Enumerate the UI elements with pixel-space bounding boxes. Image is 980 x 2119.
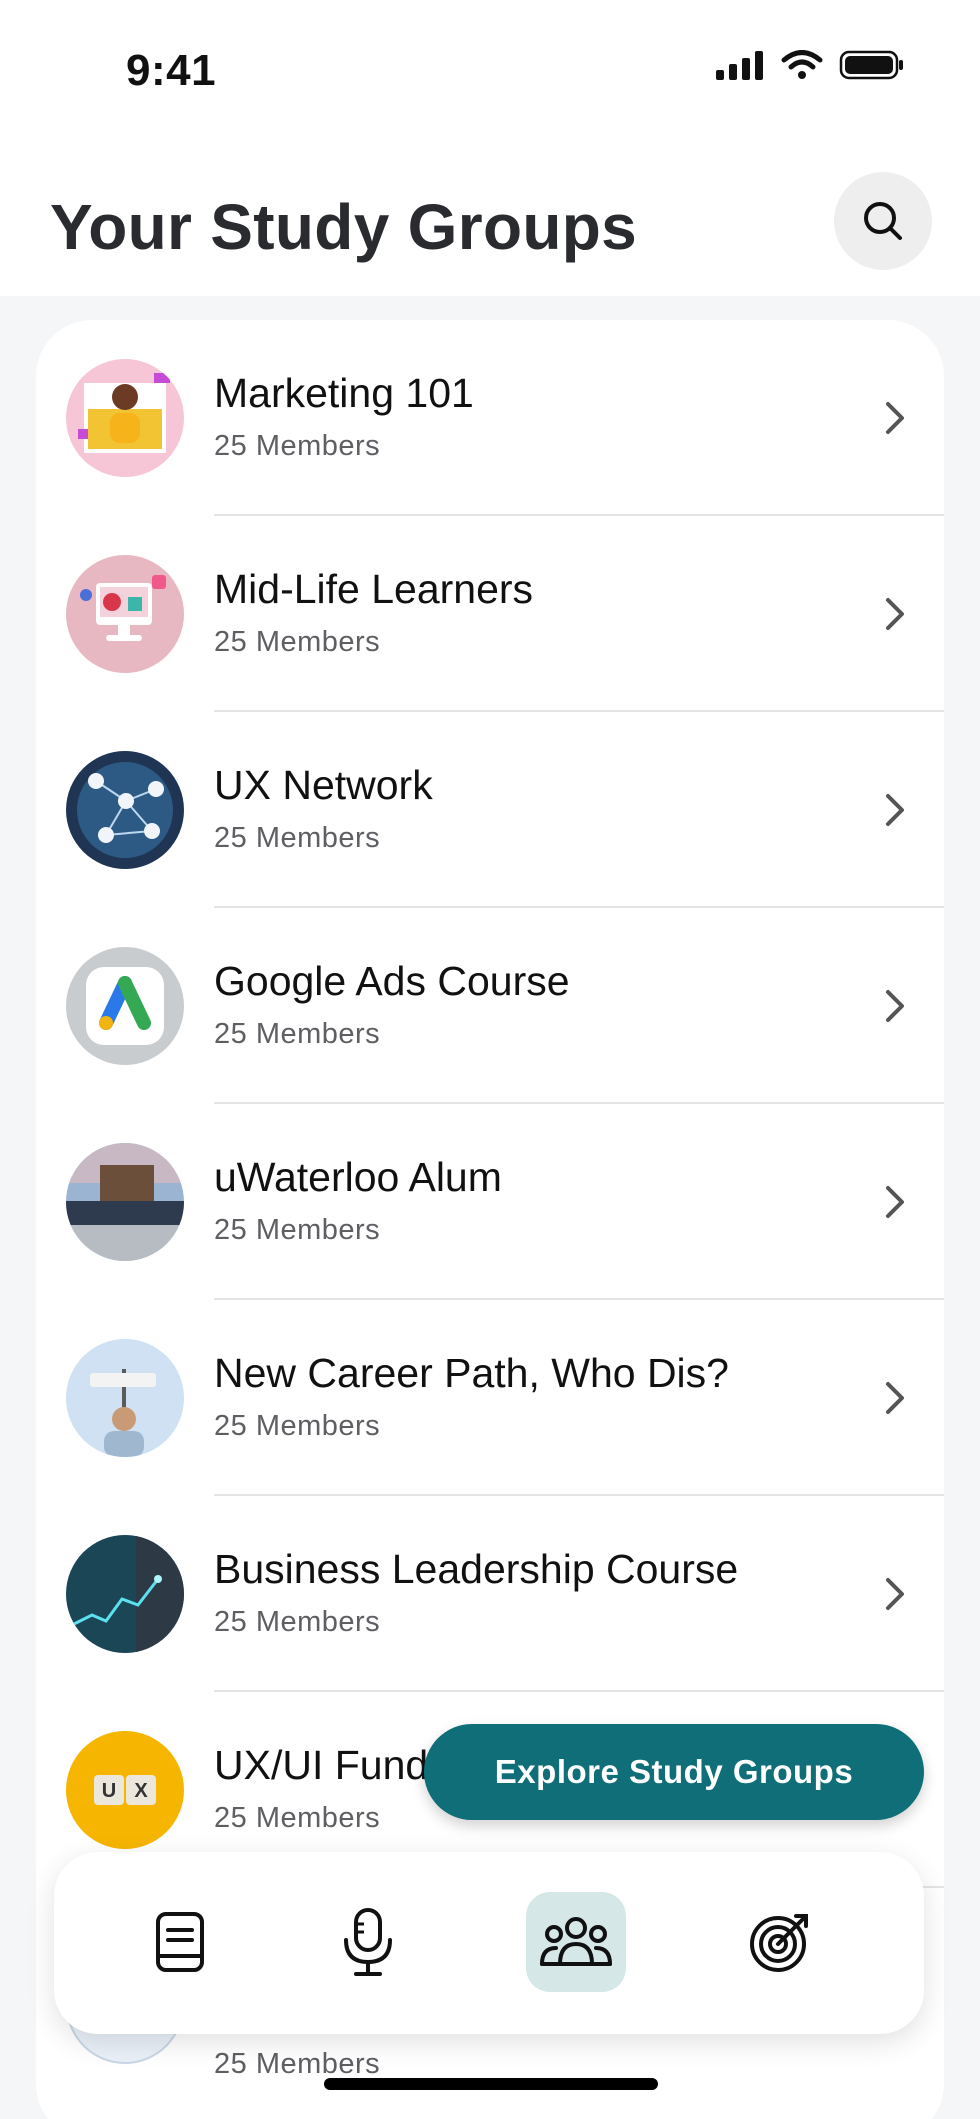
bottom-tab-bar — [54, 1852, 924, 2034]
book-icon — [156, 1912, 204, 1972]
microphone-icon — [344, 1908, 392, 1976]
group-avatar — [66, 1143, 184, 1261]
chevron-right-icon — [886, 1382, 904, 1414]
list-item[interactable]: Google Ads Course 25 Members — [36, 908, 944, 1104]
page-title: Your Study Groups — [50, 191, 638, 263]
group-name: Business Leadership Course — [214, 1546, 739, 1592]
member-count: 25 Members — [214, 1018, 381, 1050]
chevron-right-icon — [886, 598, 904, 630]
group-avatar: U X — [66, 1731, 184, 1849]
member-count: 25 Members — [214, 822, 381, 854]
list-item[interactable]: Business Leadership Course 25 Members — [36, 1496, 944, 1692]
status-time: 9:41 — [126, 46, 217, 95]
explore-study-groups-button[interactable]: Explore Study Groups — [424, 1724, 924, 1820]
list-item[interactable]: Marketing 101 25 Members — [36, 320, 944, 516]
member-count: 25 Members — [214, 1214, 381, 1246]
chevron-right-icon — [886, 990, 904, 1022]
groups-icon — [540, 1917, 612, 1966]
member-count: 25 Members — [214, 1606, 381, 1638]
group-avatar — [66, 1339, 184, 1457]
chevron-right-icon — [886, 402, 904, 434]
member-count: 25 Members — [214, 2048, 381, 2080]
group-name: Google Ads Course — [214, 958, 570, 1004]
member-count: 25 Members — [214, 430, 381, 462]
group-name: Marketing 101 — [214, 370, 474, 416]
tab-goals[interactable] — [730, 1892, 830, 1992]
list-item[interactable]: New Career Path, Who Dis? 25 Members — [36, 1300, 944, 1496]
list-item[interactable]: uWaterloo Alum 25 Members — [36, 1104, 944, 1300]
group-avatar — [66, 359, 184, 477]
wifi-icon — [781, 50, 823, 79]
svg-text:U: U — [102, 1780, 116, 1802]
member-count: 25 Members — [214, 1410, 381, 1442]
member-count: 25 Members — [214, 626, 381, 658]
battery-icon — [839, 50, 903, 80]
group-avatar — [66, 947, 184, 1065]
status-icons — [716, 50, 905, 80]
group-avatar — [66, 751, 184, 869]
list-item[interactable]: UX Network 25 Members — [36, 712, 944, 908]
header-area: 9:41 Your Study Groups — [0, 0, 980, 296]
chevron-right-icon — [886, 794, 904, 826]
svg-text:X: X — [134, 1780, 148, 1802]
group-avatar — [66, 1535, 184, 1653]
group-name: Mid-Life Learners — [214, 566, 534, 612]
tab-microphone[interactable] — [318, 1892, 418, 1992]
group-avatar — [66, 555, 184, 673]
member-count: 25 Members — [214, 1802, 381, 1834]
tab-book[interactable] — [130, 1892, 230, 1992]
chevron-right-icon — [886, 1578, 904, 1610]
search-icon — [864, 202, 902, 240]
home-indicator — [324, 2078, 658, 2090]
group-name: UX Network — [214, 762, 433, 808]
list-item[interactable]: Mid-Life Learners 25 Members — [36, 516, 944, 712]
target-icon — [750, 1914, 808, 1972]
search-button[interactable] — [834, 172, 932, 270]
tab-groups[interactable] — [526, 1892, 626, 1992]
group-name: New Career Path, Who Dis? — [214, 1350, 729, 1396]
group-name: uWaterloo Alum — [214, 1154, 502, 1200]
chevron-right-icon — [886, 1186, 904, 1218]
group-name: UX/UI Fund — [214, 1742, 429, 1788]
signal-icon — [716, 50, 763, 80]
study-group-list: Marketing 101 25 Members Mid-Life Learne… — [36, 320, 944, 2119]
